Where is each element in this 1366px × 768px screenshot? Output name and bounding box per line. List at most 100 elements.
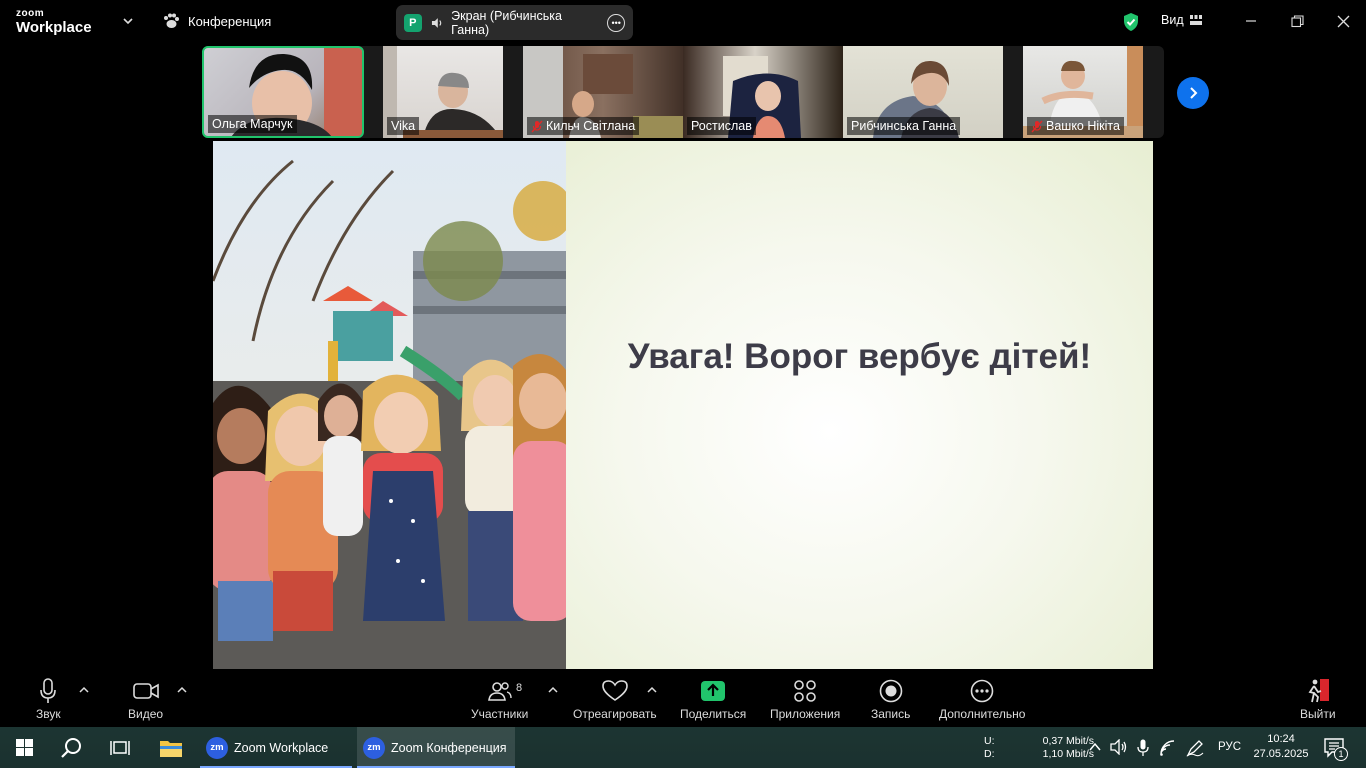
taskbar-app-zoom-conference[interactable]: zm Zoom Конференция: [357, 727, 515, 768]
participant-name-text: Ростислав: [691, 119, 752, 133]
audio-button[interactable]: Звук: [36, 677, 61, 721]
participant-tile[interactable]: Vika: [383, 46, 503, 138]
apps-icon: [794, 680, 816, 702]
mic-muted-icon: [531, 120, 543, 132]
microphone-icon: [40, 678, 57, 703]
participant-name: Ростислав: [687, 117, 756, 135]
participant-tile[interactable]: Вашко Нікіта: [1023, 46, 1143, 138]
grid-view-icon: [1189, 15, 1202, 25]
chevron-down-icon[interactable]: [122, 15, 134, 27]
language-indicator[interactable]: РУС: [1218, 741, 1241, 753]
leave-button[interactable]: Выйти: [1300, 677, 1336, 721]
participant-tile[interactable]: Ростислав: [683, 46, 843, 138]
close-icon: [1337, 15, 1349, 27]
participant-tile[interactable]: Ольга Марчук: [202, 46, 364, 138]
slide-text-panel: Увага! Ворог вербує дітей!: [566, 141, 1153, 669]
participants-icon: [487, 682, 512, 701]
participant-name: Вашко Нікіта: [1027, 117, 1124, 135]
windows-start-icon[interactable]: [16, 739, 33, 756]
react-button[interactable]: Отреагировать: [573, 677, 657, 721]
participant-name: Ольга Марчук: [208, 115, 297, 133]
taskbar-app-label: Zoom Workplace: [234, 740, 329, 755]
apps-label: Приложения: [770, 707, 841, 721]
speaker-icon: [431, 17, 441, 28]
meeting-info[interactable]: Конференция: [162, 13, 271, 29]
participant-name-text: Кильч Світлана: [546, 119, 636, 133]
leave-label: Выйти: [1300, 707, 1336, 721]
logo-workplace-text: Workplace: [16, 19, 92, 36]
audio-options-caret-icon[interactable]: [79, 686, 89, 694]
participant-name-text: Ольга Марчук: [212, 117, 293, 131]
notifications-button[interactable]: 1: [1324, 738, 1348, 765]
more-button[interactable]: Дополнительно: [939, 677, 1025, 721]
shield-check-icon[interactable]: [1122, 12, 1140, 32]
participants-count: 8: [516, 682, 523, 694]
participant-name: Кильч Світлана: [527, 117, 640, 135]
view-label: Вид: [1161, 13, 1184, 27]
pen-icon[interactable]: [1186, 739, 1204, 757]
participant-tile[interactable]: Рибчинська Ганна: [843, 46, 1003, 138]
close-button[interactable]: [1330, 8, 1356, 34]
apps-button[interactable]: Приложения: [770, 677, 840, 721]
participant-name-text: Вашко Нікіта: [1046, 119, 1120, 133]
participant-strip: Ольга Марчук Vika Кильч Світлана Ростисл…: [202, 46, 1164, 138]
audio-label: Звук: [36, 707, 61, 721]
mic-muted-icon: [1031, 120, 1043, 132]
share-label: Поделиться: [680, 707, 747, 721]
logo-zoom-text: zoom: [16, 8, 45, 19]
taskbar-app-zoom-workplace[interactable]: zm Zoom Workplace: [200, 727, 352, 768]
video-options-caret-icon[interactable]: [177, 686, 187, 694]
task-view-icon[interactable]: [110, 739, 130, 757]
notification-count: 1: [1334, 747, 1348, 761]
search-icon[interactable]: [61, 737, 83, 759]
screen-share-label: Экран (Рибчинська Ганна): [451, 8, 562, 37]
react-options-caret-icon[interactable]: [647, 686, 657, 694]
record-icon: [879, 679, 902, 703]
screen-share-indicator[interactable]: P Экран (Рибчинська Ганна) •••: [396, 5, 633, 40]
microphone-tray-icon[interactable]: [1137, 739, 1149, 757]
participants-options-caret-icon[interactable]: [548, 686, 558, 694]
zoom-logo[interactable]: zoom Workplace: [16, 8, 92, 36]
paw-icon: [164, 13, 179, 28]
taskbar-app-label: Zoom Конференция: [391, 740, 507, 755]
upload-label: U:: [984, 735, 995, 747]
meeting-toolbar: Звук Видео Участники 8 Отреагировать Под…: [0, 669, 1366, 727]
restore-button[interactable]: [1284, 8, 1310, 34]
more-options-icon[interactable]: •••: [607, 13, 625, 32]
participant-name: Рибчинська Ганна: [847, 117, 961, 135]
participants-label: Участники: [471, 707, 529, 721]
video-camera-icon: [132, 683, 159, 699]
clock-time: 10:24: [1267, 733, 1295, 745]
network-speed: U: D: 0,37 Mbit/s 1,10 Mbit/s: [984, 735, 1094, 761]
participant-tile[interactable]: Кильч Світлана: [523, 46, 683, 138]
wifi-icon[interactable]: [1160, 740, 1178, 756]
meeting-title: Конференция: [188, 13, 272, 29]
shared-screen: Увага! Ворог вербує дітей!: [213, 141, 1153, 669]
volume-icon[interactable]: [1110, 739, 1128, 755]
more-dots-icon: [970, 679, 994, 703]
children-playground-image: [213, 141, 566, 669]
download-speed: 1,10 Mbit/s: [1042, 748, 1094, 760]
slide-title: Увага! Ворог вербує дітей!: [627, 337, 1092, 376]
video-label: Видео: [128, 707, 164, 721]
video-button[interactable]: Видео: [128, 677, 163, 721]
title-bar: zoom Workplace Конференция P Экран (Рибч…: [0, 0, 1366, 44]
next-page-button[interactable]: [1177, 77, 1209, 109]
minimize-icon: [1246, 20, 1256, 22]
participant-name-text: Рибчинська Ганна: [851, 119, 957, 133]
participant-name: Vika: [387, 117, 420, 135]
presenter-badge: P: [404, 13, 422, 32]
system-clock[interactable]: 10:24 27.05.2025: [1252, 732, 1310, 762]
zoom-app-icon: zm: [363, 736, 385, 759]
file-explorer-icon[interactable]: [159, 738, 183, 758]
heart-icon: [602, 680, 628, 701]
record-button[interactable]: Запись: [871, 677, 910, 721]
chevron-right-icon: [1190, 87, 1198, 99]
minimize-button[interactable]: [1238, 8, 1264, 34]
share-screen-icon: [701, 681, 726, 701]
chevron-up-icon[interactable]: [1089, 742, 1101, 752]
download-label: D:: [984, 748, 995, 760]
record-label: Запись: [871, 707, 911, 721]
view-button[interactable]: Вид: [1161, 13, 1202, 27]
share-button[interactable]: Поделиться: [680, 677, 746, 721]
